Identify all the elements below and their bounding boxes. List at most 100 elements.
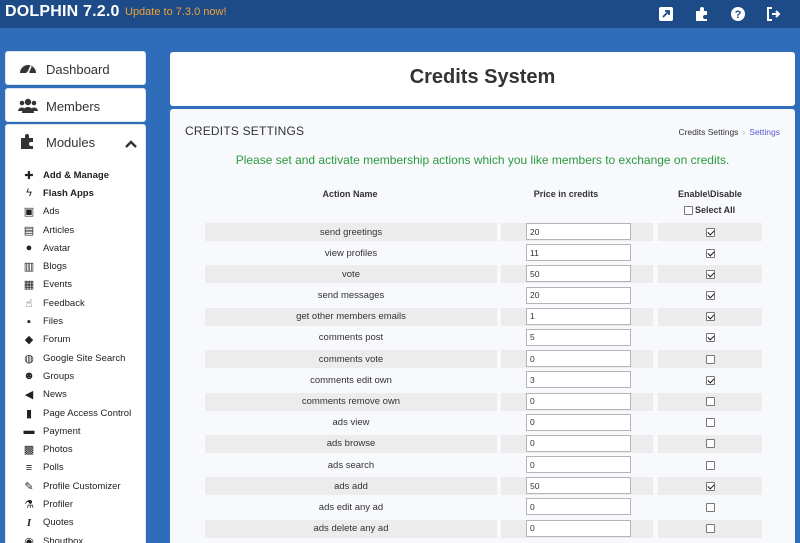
sidebar-module-label: Groups bbox=[43, 370, 75, 382]
enable-cell bbox=[658, 434, 762, 453]
sidebar-module-item[interactable]: ◉ Shoutbox bbox=[6, 532, 147, 543]
sidebar-module-item[interactable]: ◀ News bbox=[6, 386, 147, 404]
user-icon: ● bbox=[25, 242, 33, 255]
sidebar-module-item[interactable]: I Quotes bbox=[6, 514, 147, 532]
price-input[interactable] bbox=[526, 328, 631, 346]
sidebar-module-item[interactable]: ≡ Polls bbox=[6, 459, 147, 477]
enable-checkbox[interactable] bbox=[705, 291, 715, 301]
action-name: view profiles bbox=[324, 247, 378, 259]
sidebar-module-item[interactable]: ✎ Profile Customizer bbox=[6, 477, 147, 495]
sidebar-module-item[interactable]: ◍ Google Site Search bbox=[6, 349, 147, 367]
enable-checkbox[interactable] bbox=[705, 333, 715, 343]
sidebar-module-item[interactable]: ▤ Articles bbox=[6, 221, 147, 239]
info-message: Please set and activate membership actio… bbox=[235, 153, 730, 167]
sidebar-module-item[interactable]: ϟ Flash Apps bbox=[6, 184, 147, 202]
enable-checkbox[interactable] bbox=[705, 460, 715, 470]
enable-checkbox[interactable] bbox=[705, 439, 715, 449]
price-input[interactable] bbox=[526, 456, 631, 474]
price-cell bbox=[501, 519, 653, 538]
bullhorn-icon: ◀ bbox=[24, 389, 34, 402]
action-name: comments post bbox=[318, 332, 384, 344]
sidebar-module-item[interactable]: ● Avatar bbox=[6, 239, 147, 257]
price-input[interactable] bbox=[526, 498, 631, 516]
price-input[interactable] bbox=[526, 265, 631, 283]
sidebar-item-dashboard[interactable]: Dashboard bbox=[5, 51, 146, 85]
sidebar-module-label: Flash Apps bbox=[43, 187, 94, 199]
puzzle-icon bbox=[18, 132, 38, 152]
action-name: get other members emails bbox=[205, 307, 497, 326]
price-input[interactable] bbox=[526, 434, 631, 452]
price-cell bbox=[501, 328, 653, 347]
action-name: ads search bbox=[327, 459, 375, 471]
enable-checkbox[interactable] bbox=[705, 502, 715, 512]
sidebar-module-item[interactable]: ▦ Events bbox=[6, 276, 147, 294]
sidebar-module-item[interactable]: ✚ Add & Manage bbox=[6, 166, 147, 184]
price-cell bbox=[501, 498, 653, 516]
sidebar-module-item[interactable]: ▣ Ads bbox=[6, 203, 147, 221]
top-bar: DOLPHIN 7.2.0 Update to 7.3.0 now! ? bbox=[0, 0, 800, 28]
enable-checkbox[interactable] bbox=[705, 248, 715, 258]
enable-checkbox[interactable] bbox=[705, 375, 715, 385]
sidebar-module-item[interactable]: ☻ Groups bbox=[6, 367, 147, 385]
chevron-up-icon[interactable] bbox=[125, 136, 137, 148]
select-all-toggle[interactable]: Select All bbox=[684, 205, 735, 215]
enable-checkbox[interactable] bbox=[705, 397, 715, 406]
price-input[interactable] bbox=[526, 371, 631, 389]
enable-checkbox[interactable] bbox=[705, 354, 715, 364]
sidebar-module-label: Feedback bbox=[43, 297, 85, 309]
chat-icon: ◉ bbox=[24, 535, 34, 543]
price-cell bbox=[501, 286, 653, 305]
enable-checkbox[interactable] bbox=[705, 481, 715, 491]
picture-icon: ▩ bbox=[23, 444, 35, 457]
sidebar-module-item[interactable]: ▩ Photos bbox=[6, 440, 147, 458]
breadcrumb-current[interactable]: Settings bbox=[749, 127, 780, 137]
sidebar-module-label: Page Access Control bbox=[43, 407, 132, 419]
italic-icon: I bbox=[26, 516, 32, 529]
page-header: Credits System bbox=[170, 52, 795, 106]
price-input[interactable] bbox=[526, 223, 631, 240]
enable-checkbox[interactable] bbox=[705, 418, 715, 428]
price-input[interactable] bbox=[526, 307, 631, 325]
update-link[interactable]: Update to 7.3.0 now! bbox=[125, 6, 227, 18]
sidebar-item-label: Modules bbox=[46, 135, 96, 150]
enable-checkbox[interactable] bbox=[705, 227, 715, 237]
sidebar-module-item[interactable]: ⚗ Profiler bbox=[6, 495, 147, 513]
enable-checkbox[interactable] bbox=[705, 524, 715, 534]
sidebar-module-item[interactable]: ◆ Forum bbox=[6, 331, 147, 349]
enable-cell bbox=[658, 265, 762, 284]
credits-table: send greetings view profiles vote send mess… bbox=[170, 222, 795, 540]
table-row: ads view bbox=[170, 413, 795, 434]
app-brand[interactable]: DOLPHIN 7.2.0 bbox=[5, 3, 120, 21]
price-cell bbox=[501, 223, 653, 241]
breadcrumb-item[interactable]: Credits Settings bbox=[678, 127, 738, 137]
price-input[interactable] bbox=[526, 413, 631, 431]
enable-checkbox[interactable] bbox=[705, 269, 715, 279]
price-input[interactable] bbox=[526, 477, 631, 495]
flask-icon: ⚗ bbox=[24, 498, 34, 511]
price-input[interactable] bbox=[526, 244, 631, 262]
sidebar-item-members[interactable]: Members bbox=[5, 88, 146, 122]
price-input[interactable] bbox=[526, 286, 631, 304]
enable-checkbox[interactable] bbox=[705, 312, 715, 322]
table-row: ads delete any ad bbox=[170, 519, 795, 540]
external-link-icon[interactable] bbox=[648, 3, 684, 25]
price-input[interactable] bbox=[526, 519, 631, 537]
table-row: comments post bbox=[170, 328, 795, 349]
comments-icon: ◆ bbox=[24, 334, 34, 347]
enable-cell bbox=[658, 519, 762, 538]
sidebar-module-item[interactable]: ▮ Page Access Control bbox=[6, 404, 147, 422]
sidebar-item-label: Dashboard bbox=[46, 62, 110, 77]
column-header-action: Action Name bbox=[322, 189, 378, 199]
price-input[interactable] bbox=[526, 350, 631, 368]
sidebar-module-item[interactable]: ▪ Files bbox=[6, 312, 147, 330]
sidebar-module-item[interactable]: ▥ Blogs bbox=[6, 257, 147, 275]
puzzle-icon[interactable] bbox=[684, 3, 720, 25]
logout-icon[interactable] bbox=[756, 3, 792, 25]
price-input[interactable] bbox=[526, 392, 631, 410]
help-icon[interactable]: ? bbox=[720, 3, 756, 25]
select-all-checkbox[interactable] bbox=[684, 205, 693, 215]
sidebar-module-item[interactable]: ☝ Feedback bbox=[6, 294, 147, 312]
table-row: view profiles bbox=[170, 243, 795, 264]
column-header-enable: Enable\Disable bbox=[677, 189, 743, 199]
sidebar-module-item[interactable]: ▬ Payment bbox=[6, 422, 147, 440]
